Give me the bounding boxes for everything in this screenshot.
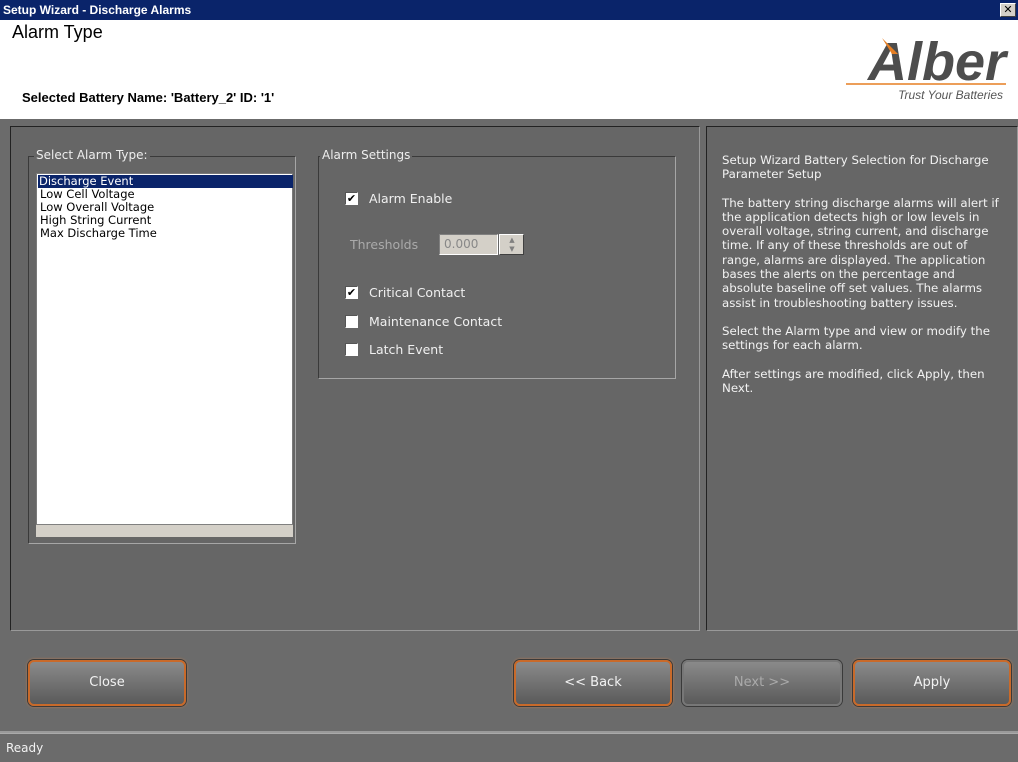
latch-event-checkbox[interactable]: [345, 343, 358, 356]
maintenance-contact-label: Maintenance Contact: [369, 314, 503, 329]
window-close-button[interactable]: ✕: [1000, 3, 1016, 17]
spin-up-icon[interactable]: ▲: [506, 236, 518, 244]
page-title: Alarm Type: [12, 22, 103, 42]
help-paragraph: After settings are modified, click Apply…: [722, 366, 985, 395]
help-paragraph: Select the Alarm type and view or modify…: [722, 323, 991, 353]
apply-button[interactable]: Apply: [853, 660, 1011, 706]
alarm-type-legend: Select Alarm Type:: [34, 148, 150, 162]
status-text: Ready: [6, 741, 44, 755]
help-paragraph: Setup Wizard Battery Selection for Disch…: [722, 153, 989, 182]
thresholds-spinner[interactable]: ▲ ▼: [499, 234, 524, 255]
selected-battery-label: Selected Battery Name: 'Battery_2' ID: '…: [22, 90, 275, 105]
window-titlebar: Setup Wizard - Discharge Alarms: [0, 0, 1018, 20]
thresholds-input[interactable]: 0.000: [439, 234, 498, 255]
critical-contact-checkbox[interactable]: ✔: [345, 286, 358, 299]
alber-logo: Alber Trust Your Batteries: [838, 24, 1014, 118]
alarm-enable-checkbox[interactable]: ✔: [345, 192, 358, 205]
maintenance-contact-checkbox[interactable]: [345, 315, 358, 328]
window-title: Setup Wizard - Discharge Alarms: [3, 3, 192, 17]
help-paragraph: The battery string discharge alarms will…: [722, 195, 999, 310]
alarm-settings-legend: Alarm Settings: [320, 148, 413, 162]
alarm-type-list[interactable]: Discharge Event Low Cell Voltage Low Ove…: [36, 173, 293, 537]
logo-brand: Alber: [866, 32, 1009, 92]
status-bar: Ready: [0, 733, 1018, 761]
help-text: Setup Wizard Battery Selection for Disch…: [722, 153, 1007, 409]
alarm-enable-label: Alarm Enable: [369, 191, 453, 206]
thresholds-label: Thresholds: [350, 237, 419, 252]
back-button[interactable]: << Back: [514, 660, 672, 706]
spin-down-icon[interactable]: ▼: [506, 245, 518, 253]
alarm-list-scrollbar[interactable]: [36, 524, 293, 537]
latch-event-label: Latch Event: [369, 342, 444, 357]
list-item-max-discharge-time[interactable]: Max Discharge Time: [39, 227, 292, 240]
close-button[interactable]: Close: [28, 660, 186, 706]
next-button[interactable]: Next >>: [682, 660, 842, 706]
logo-tagline: Trust Your Batteries: [898, 88, 1003, 102]
critical-contact-label: Critical Contact: [369, 285, 466, 300]
